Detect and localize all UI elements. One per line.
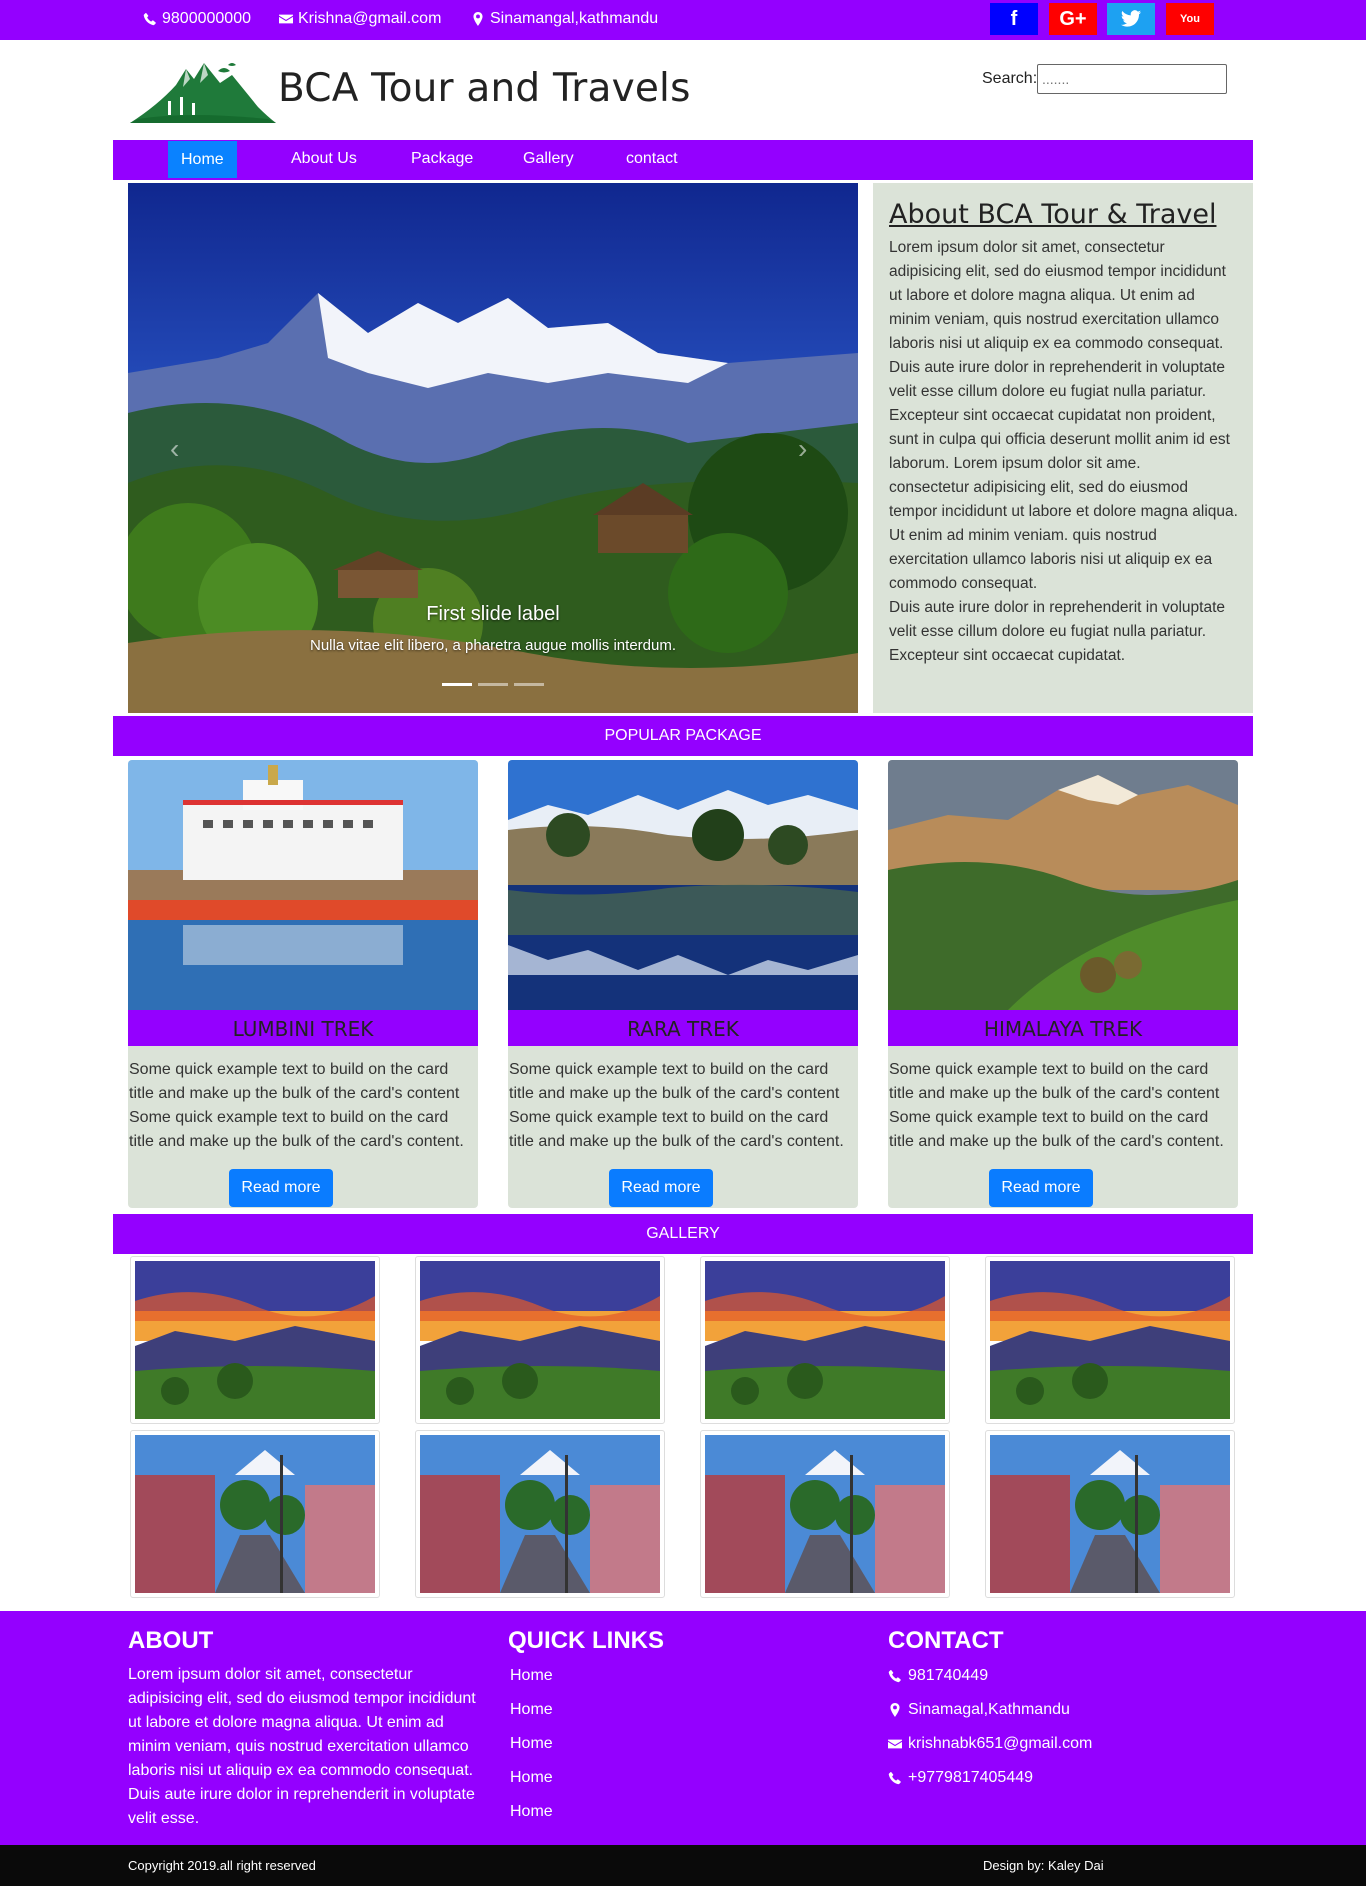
rara-image [508, 760, 858, 1010]
map-marker-icon [473, 12, 483, 26]
top-email-text: Krishna@gmail.com [298, 10, 442, 27]
phone-icon [888, 1669, 901, 1683]
search-input[interactable] [1037, 64, 1227, 94]
about-paragraph-1: Lorem ipsum dolor sit amet, consectetur … [889, 239, 1230, 472]
footer-contact-phone-2: +9779817405449 [888, 1769, 1033, 1787]
gallery-image-sunset[interactable] [700, 1256, 950, 1424]
carousel-caption-text: Nulla vitae elit libero, a pharetra augu… [309, 637, 677, 654]
site-header: BCA Tour and Travels Search: [0, 40, 1366, 140]
read-more-button[interactable]: Read more [229, 1169, 333, 1207]
top-bar: 9800000000 Krishna@gmail.com Sinamangal,… [0, 0, 1366, 40]
copyright-text: Copyright 2019.all right reserved [128, 1858, 316, 1873]
footer-link-home[interactable]: Home [510, 1667, 553, 1685]
mountain-logo [130, 63, 276, 123]
envelope-icon [888, 1739, 902, 1749]
top-location-text: Sinamangal,kathmandu [490, 10, 659, 27]
gallery-image-sunset[interactable] [985, 1256, 1235, 1424]
carousel-indicator-1[interactable] [442, 683, 472, 686]
card-text: Some quick example text to build on the … [889, 1061, 1224, 1150]
nav-home[interactable]: Home [168, 141, 237, 178]
nav-gallery[interactable]: Gallery [510, 140, 587, 178]
top-location: Sinamangal,kathmandu [471, 10, 658, 28]
gallery-heading: GALLERY [113, 1214, 1253, 1254]
about-panel: About BCA Tour & Travel Lorem ipsum dolo… [873, 183, 1253, 713]
hero-carousel: ‹ › First slide label Nulla vitae elit l… [128, 183, 858, 713]
about-paragraph-2: consectetur adipisicing elit, sed do eiu… [889, 479, 1238, 592]
youtube-icon[interactable]: You [1166, 3, 1214, 35]
card-title: LUMBINI TREK [128, 1010, 478, 1046]
card-title: HIMALAYA TREK [888, 1010, 1238, 1046]
read-more-button[interactable]: Read more [989, 1169, 1093, 1207]
card-title: RARA TREK [508, 1010, 858, 1046]
footer-contact-email: krishnabk651@gmail.com [888, 1735, 1092, 1753]
facebook-icon[interactable]: f [990, 3, 1038, 35]
gallery-image-sunset[interactable] [415, 1256, 665, 1424]
nav-package[interactable]: Package [398, 140, 486, 178]
gallery-image-street[interactable] [985, 1430, 1235, 1598]
footer-link-home[interactable]: Home [510, 1803, 553, 1821]
gallery-image-street[interactable] [700, 1430, 950, 1598]
nav-about-us[interactable]: About Us [278, 140, 370, 178]
read-more-button[interactable]: Read more [609, 1169, 713, 1207]
package-card-himalaya: HIMALAYA TREK Some quick example text to… [888, 760, 1238, 1208]
footer-link-home[interactable]: Home [510, 1735, 553, 1753]
about-paragraph-3: Duis aute irure dolor in reprehenderit i… [889, 599, 1226, 664]
carousel-slide-image [128, 183, 858, 713]
package-card-rara: RARA TREK Some quick example text to bui… [508, 760, 858, 1208]
main-nav: Home About Us Package Gallery contact [113, 140, 1253, 180]
card-text: Some quick example text to build on the … [509, 1061, 844, 1150]
gallery-image-street[interactable] [130, 1430, 380, 1598]
package-card-lumbini: LUMBINI TREK Some quick example text to … [128, 760, 478, 1208]
footer-about-title: ABOUT [128, 1627, 214, 1654]
footer-about-text: Lorem ipsum dolor sit amet, consectetur … [128, 1666, 476, 1827]
popular-package-heading: POPULAR PACKAGE [113, 716, 1253, 756]
google-plus-icon[interactable]: G+ [1049, 3, 1097, 35]
top-phone-text: 9800000000 [162, 10, 251, 27]
gallery-image-sunset[interactable] [130, 1256, 380, 1424]
footer-contact-title: CONTACT [888, 1627, 1004, 1654]
envelope-icon [279, 14, 293, 24]
carousel-prev-button[interactable]: ‹ [170, 433, 179, 465]
about-title: About BCA Tour & Travel [889, 199, 1217, 230]
footer-link-home[interactable]: Home [510, 1769, 553, 1787]
designer-credit: Design by: Kaley Dai [983, 1858, 1104, 1873]
gallery-image-street[interactable] [415, 1430, 665, 1598]
top-email: Krishna@gmail.com [279, 10, 441, 28]
carousel-indicator-3[interactable] [514, 683, 544, 686]
site-footer: ABOUT Lorem ipsum dolor sit amet, consec… [0, 1611, 1366, 1845]
himalaya-image [888, 760, 1238, 1010]
map-marker-icon [890, 1703, 900, 1717]
site-title: BCA Tour and Travels [278, 66, 691, 111]
carousel-next-button[interactable]: › [798, 433, 807, 465]
search-label: Search: [982, 70, 1038, 87]
top-phone: 9800000000 [143, 10, 251, 28]
twitter-icon[interactable] [1107, 3, 1155, 35]
twitter-bird-icon [1120, 10, 1142, 27]
footer-contact-phone: 981740449 [888, 1667, 988, 1685]
footer-links-title: QUICK LINKS [508, 1627, 664, 1654]
carousel-caption-title: First slide label [426, 603, 560, 625]
footer-contact-address: Sinamagal,Kathmandu [888, 1701, 1070, 1719]
phone-icon [888, 1771, 901, 1785]
carousel-indicator-2[interactable] [478, 683, 508, 686]
copyright-bar: Copyright 2019.all right reserved Design… [0, 1845, 1366, 1886]
nav-contact[interactable]: contact [613, 140, 691, 178]
card-text: Some quick example text to build on the … [129, 1061, 464, 1150]
phone-icon [143, 12, 156, 26]
lumbini-image [128, 760, 478, 1010]
footer-link-home[interactable]: Home [510, 1701, 553, 1719]
